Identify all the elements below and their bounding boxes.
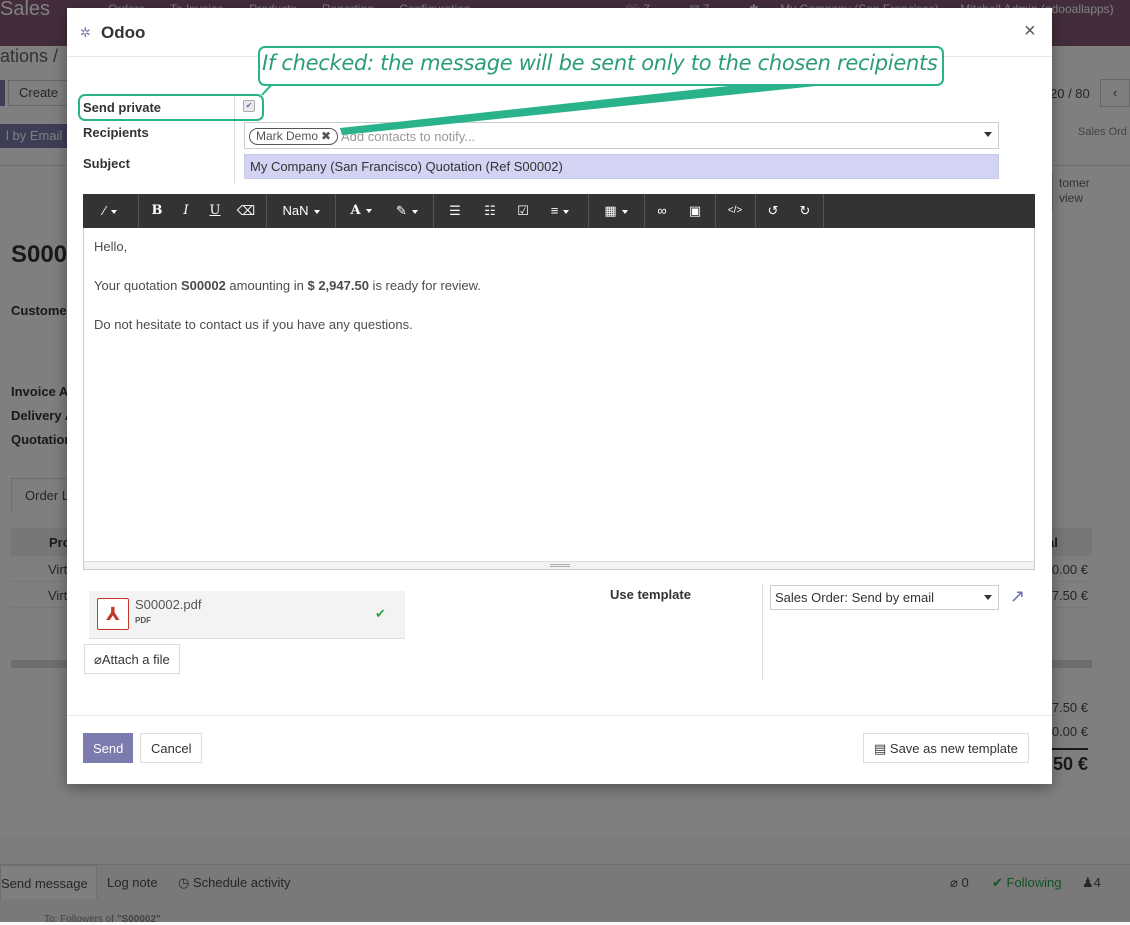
quotation-text: Your quotation S00002 amounting in $ 2,9… (94, 278, 481, 293)
link-icon[interactable]: ∞ (650, 194, 674, 228)
remove-tag-icon[interactable]: ✖ (321, 129, 331, 143)
font-color-dropdown[interactable]: A (342, 194, 380, 228)
redo-icon[interactable]: ↻ (793, 194, 817, 228)
closing-text: Do not hesitate to contact us if you hav… (94, 317, 413, 332)
ordered-list-icon[interactable]: ☷ (478, 194, 502, 228)
attach-file-button[interactable]: ⌀Attach a file (84, 644, 180, 674)
subject-input[interactable]: My Company (San Francisco) Quotation (Re… (244, 154, 999, 179)
code-view-icon[interactable]: </> (723, 194, 747, 228)
eraser-icon[interactable]: ⌫ (234, 194, 258, 228)
compose-email-dialog: ✲ Odoo × Send private Recipients Subject… (67, 8, 1052, 784)
italic-button[interactable]: I (174, 194, 198, 228)
align-dropdown[interactable]: ≡ (541, 194, 579, 228)
save-as-template-button[interactable]: ▤ Save as new template (863, 733, 1029, 763)
recipients-placeholder: Add contacts to notify... (341, 129, 476, 144)
recipient-tag[interactable]: Mark Demo ✖ (249, 128, 339, 145)
recipients-label: Recipients (83, 125, 149, 140)
brush-icon[interactable]: ✎ (388, 194, 426, 228)
editor-toolbar: ⁄ B I U ⌫ NaN A ✎ ☰ ☷ ☑ ≡ ▦ ∞ ▣ </> ↺ ↻ (83, 194, 1035, 228)
annotation-callout: If checked: the message will be sent onl… (258, 46, 944, 86)
checklist-icon[interactable]: ☑ (511, 194, 535, 228)
chevron-down-icon[interactable] (984, 595, 992, 600)
pdf-file-icon: ⅄ (97, 598, 129, 630)
bold-button[interactable]: B (145, 194, 169, 228)
image-icon[interactable]: ▣ (683, 194, 707, 228)
chevron-down-icon[interactable] (984, 132, 992, 137)
attachment-ext: PDF (135, 616, 151, 625)
font-size-dropdown[interactable]: NaN (276, 194, 326, 228)
subject-label: Subject (83, 156, 130, 171)
attachment-name: S00002.pdf (135, 597, 202, 612)
close-icon[interactable]: × (1024, 20, 1036, 43)
field-separator (762, 584, 763, 680)
template-select[interactable]: Sales Order: Send by email (770, 585, 999, 610)
greeting-text: Hello, (94, 239, 128, 254)
underline-button[interactable]: U (203, 194, 227, 228)
external-link-icon[interactable]: ↗ (1010, 586, 1025, 607)
undo-icon[interactable]: ↺ (761, 194, 785, 228)
magic-wand-icon[interactable]: ⁄ (91, 194, 129, 228)
send-private-highlight (78, 94, 264, 121)
cancel-button[interactable]: Cancel (140, 733, 203, 763)
bug-icon: ✲ (80, 25, 91, 40)
unordered-list-icon[interactable]: ☰ (443, 194, 467, 228)
table-icon[interactable]: ▦ (597, 194, 635, 228)
paperclip-icon: ⌀ (94, 652, 102, 667)
attachment-item[interactable]: ⅄ S00002.pdf PDF ✔ (89, 591, 405, 639)
floppy-disk-icon: ▤ (874, 741, 890, 756)
check-icon: ✔ (375, 606, 386, 621)
dialog-title: Odoo (101, 23, 146, 42)
use-template-label: Use template (610, 587, 691, 602)
send-button[interactable]: Send (83, 733, 134, 763)
message-body-editor[interactable]: Hello, Your quotation S00002 amounting i… (83, 228, 1035, 570)
dialog-footer: Send Cancel ▤ Save as new template (67, 715, 1052, 784)
annotation-text: If checked: the message will be sent onl… (262, 51, 938, 75)
recipients-input[interactable]: Mark Demo ✖ Add contacts to notify... (244, 122, 999, 149)
editor-resize-handle[interactable] (84, 561, 1034, 569)
